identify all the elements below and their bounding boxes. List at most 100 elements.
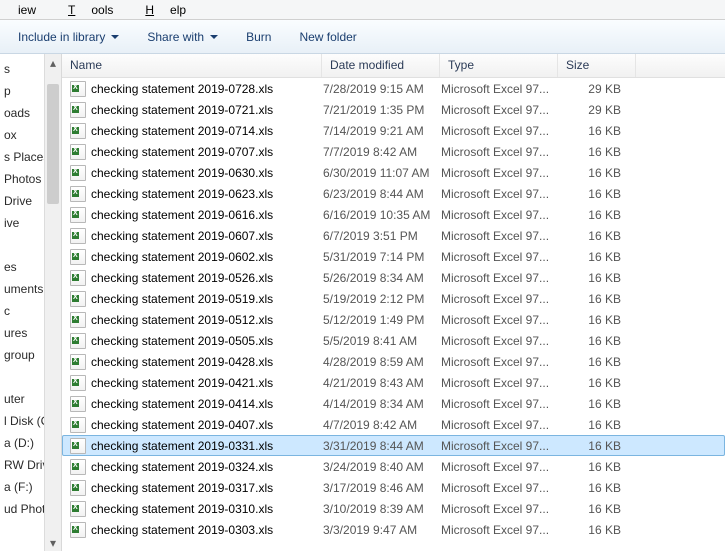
file-name: checking statement 2019-0324.xls — [91, 460, 323, 474]
excel-file-icon — [69, 501, 87, 517]
file-row[interactable]: checking statement 2019-0414.xls4/14/201… — [62, 393, 725, 414]
file-type: Microsoft Excel 97... — [441, 208, 559, 222]
file-row[interactable]: checking statement 2019-0721.xls7/21/201… — [62, 99, 725, 120]
file-type: Microsoft Excel 97... — [441, 250, 559, 264]
file-row[interactable]: checking statement 2019-0714.xls7/14/201… — [62, 120, 725, 141]
file-row[interactable]: checking statement 2019-0428.xls4/28/201… — [62, 351, 725, 372]
file-size: 16 KB — [559, 292, 629, 306]
file-name: checking statement 2019-0630.xls — [91, 166, 323, 180]
file-date: 5/31/2019 7:14 PM — [323, 250, 441, 264]
include-in-library-button[interactable]: Include in library — [18, 30, 119, 44]
file-row[interactable]: checking statement 2019-0505.xls5/5/2019… — [62, 330, 725, 351]
column-size[interactable]: Size — [558, 54, 636, 77]
command-bar: Include in library Share with Burn New f… — [0, 20, 725, 54]
scroll-down-icon[interactable]: ▾ — [45, 534, 61, 551]
file-size: 16 KB — [559, 229, 629, 243]
file-size: 16 KB — [559, 250, 629, 264]
excel-file-icon — [69, 459, 87, 475]
file-name: checking statement 2019-0407.xls — [91, 418, 323, 432]
file-type: Microsoft Excel 97... — [441, 313, 559, 327]
scroll-thumb[interactable] — [47, 84, 59, 204]
excel-file-icon — [69, 480, 87, 496]
file-row[interactable]: checking statement 2019-0728.xls7/28/201… — [62, 78, 725, 99]
file-row[interactable]: checking statement 2019-0707.xls7/7/2019… — [62, 141, 725, 162]
scroll-up-icon[interactable]: ▴ — [45, 54, 61, 71]
file-row[interactable]: checking statement 2019-0512.xls5/12/201… — [62, 309, 725, 330]
file-type: Microsoft Excel 97... — [441, 82, 559, 96]
file-size: 16 KB — [559, 502, 629, 516]
file-name: checking statement 2019-0607.xls — [91, 229, 323, 243]
file-row[interactable]: checking statement 2019-0303.xls3/3/2019… — [62, 519, 725, 540]
file-name: checking statement 2019-0310.xls — [91, 502, 323, 516]
excel-file-icon — [69, 144, 87, 160]
excel-file-icon — [69, 396, 87, 412]
file-size: 16 KB — [559, 418, 629, 432]
file-size: 16 KB — [559, 397, 629, 411]
file-row[interactable]: checking statement 2019-0331.xls3/31/201… — [62, 435, 725, 456]
column-date-modified[interactable]: Date modified — [322, 54, 440, 77]
file-type: Microsoft Excel 97... — [441, 523, 559, 537]
file-type: Microsoft Excel 97... — [441, 460, 559, 474]
column-type[interactable]: Type — [440, 54, 558, 77]
file-date: 4/21/2019 8:43 AM — [323, 376, 441, 390]
file-type: Microsoft Excel 97... — [441, 187, 559, 201]
file-date: 3/24/2019 8:40 AM — [323, 460, 441, 474]
file-date: 7/7/2019 8:42 AM — [323, 145, 441, 159]
file-size: 16 KB — [559, 439, 629, 453]
excel-file-icon — [69, 186, 87, 202]
file-row[interactable]: checking statement 2019-0324.xls3/24/201… — [62, 456, 725, 477]
file-row[interactable]: checking statement 2019-0317.xls3/17/201… — [62, 477, 725, 498]
menu-help[interactable]: Help — [129, 1, 202, 19]
excel-file-icon — [69, 228, 87, 244]
file-size: 16 KB — [559, 460, 629, 474]
excel-file-icon — [69, 165, 87, 181]
file-row[interactable]: checking statement 2019-0310.xls3/10/201… — [62, 498, 725, 519]
file-date: 5/19/2019 2:12 PM — [323, 292, 441, 306]
file-row[interactable]: checking statement 2019-0519.xls5/19/201… — [62, 288, 725, 309]
excel-file-icon — [69, 291, 87, 307]
nav-scrollbar[interactable]: ▴ ▾ — [44, 54, 61, 551]
file-name: checking statement 2019-0512.xls — [91, 313, 323, 327]
file-date: 4/7/2019 8:42 AM — [323, 418, 441, 432]
menu-tools[interactable]: Tools — [52, 1, 129, 19]
navigation-pane[interactable]: spoadsoxs Places Photos Driveive esument… — [0, 54, 62, 551]
file-date: 3/17/2019 8:46 AM — [323, 481, 441, 495]
share-with-button[interactable]: Share with — [147, 30, 218, 44]
file-row[interactable]: checking statement 2019-0421.xls4/21/201… — [62, 372, 725, 393]
excel-file-icon — [69, 81, 87, 97]
file-name: checking statement 2019-0616.xls — [91, 208, 323, 222]
new-folder-button[interactable]: New folder — [299, 30, 356, 44]
file-type: Microsoft Excel 97... — [441, 292, 559, 306]
file-type: Microsoft Excel 97... — [441, 145, 559, 159]
file-type: Microsoft Excel 97... — [441, 229, 559, 243]
file-row[interactable]: checking statement 2019-0623.xls6/23/201… — [62, 183, 725, 204]
file-row[interactable]: checking statement 2019-0607.xls6/7/2019… — [62, 225, 725, 246]
file-type: Microsoft Excel 97... — [441, 271, 559, 285]
file-date: 7/14/2019 9:21 AM — [323, 124, 441, 138]
menu-bar: iew Tools Help — [0, 0, 725, 20]
file-type: Microsoft Excel 97... — [441, 355, 559, 369]
file-size: 16 KB — [559, 313, 629, 327]
file-row[interactable]: checking statement 2019-0407.xls4/7/2019… — [62, 414, 725, 435]
file-name: checking statement 2019-0602.xls — [91, 250, 323, 264]
menu-view[interactable]: iew — [2, 1, 52, 19]
excel-file-icon — [69, 522, 87, 538]
excel-file-icon — [69, 375, 87, 391]
file-size: 29 KB — [559, 103, 629, 117]
file-name: checking statement 2019-0526.xls — [91, 271, 323, 285]
file-name: checking statement 2019-0728.xls — [91, 82, 323, 96]
excel-file-icon — [69, 102, 87, 118]
file-row[interactable]: checking statement 2019-0630.xls6/30/201… — [62, 162, 725, 183]
excel-file-icon — [69, 312, 87, 328]
column-name[interactable]: Name — [62, 54, 322, 77]
file-name: checking statement 2019-0714.xls — [91, 124, 323, 138]
file-row[interactable]: checking statement 2019-0616.xls6/16/201… — [62, 204, 725, 225]
file-row[interactable]: checking statement 2019-0602.xls5/31/201… — [62, 246, 725, 267]
file-date: 6/30/2019 11:07 AM — [323, 166, 441, 180]
file-date: 7/28/2019 9:15 AM — [323, 82, 441, 96]
burn-button[interactable]: Burn — [246, 30, 271, 44]
file-date: 7/21/2019 1:35 PM — [323, 103, 441, 117]
file-rows[interactable]: checking statement 2019-0728.xls7/28/201… — [62, 78, 725, 551]
file-date: 3/31/2019 8:44 AM — [323, 439, 441, 453]
file-row[interactable]: checking statement 2019-0526.xls5/26/201… — [62, 267, 725, 288]
